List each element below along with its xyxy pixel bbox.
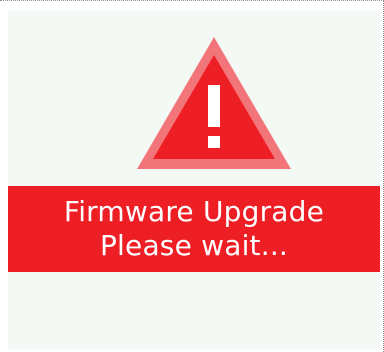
warning-triangle-icon bbox=[137, 37, 291, 169]
device-screen: Firmware Upgrade Please wait... bbox=[0, 0, 384, 352]
message-line-2: Please wait... bbox=[99, 229, 289, 262]
status-panel: Firmware Upgrade Please wait... bbox=[8, 11, 380, 349]
firmware-upgrade-banner: Firmware Upgrade Please wait... bbox=[8, 186, 380, 272]
message-line-1: Firmware Upgrade bbox=[63, 195, 325, 228]
